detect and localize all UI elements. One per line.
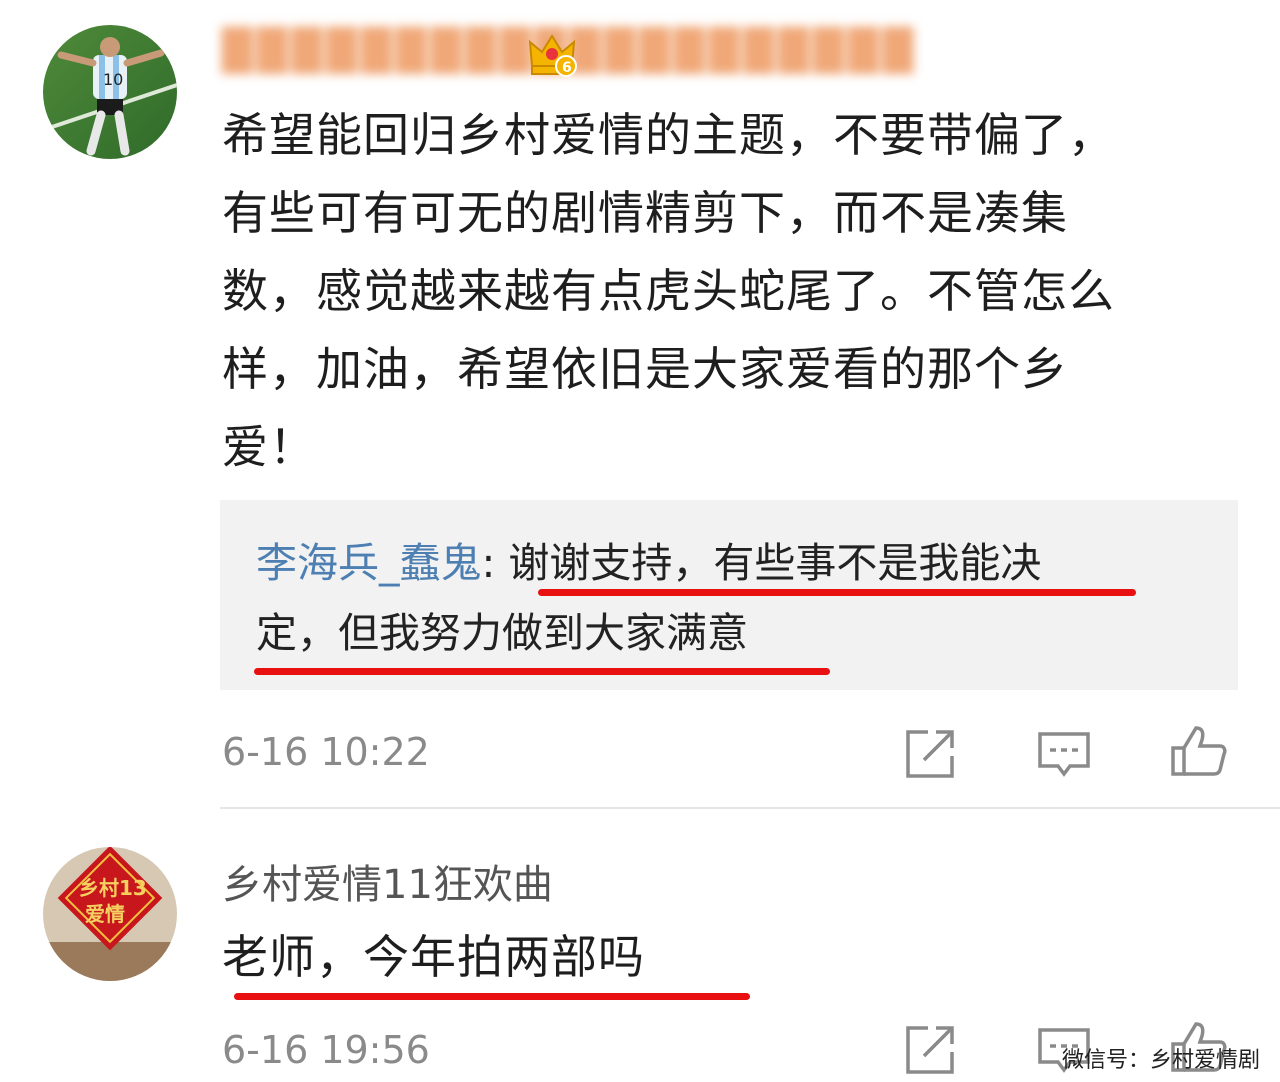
red-underline [538,589,1136,596]
reply-author-link[interactable]: 李海兵_蠢鬼 [256,539,482,587]
reply-text: 李海兵_蠢鬼: 谢谢支持，有些事不是我能决 定，但我努力做到大家满意 [256,528,1216,668]
like-icon[interactable] [1170,722,1227,778]
svg-text:爱情: 爱情 [85,902,125,926]
comment-item: 乡村13 爱情 乡村爱情11狂欢曲 老师，今年拍两部吗 6-16 19:56 [0,810,1280,1074]
comment-icon[interactable] [1036,726,1092,782]
share-icon[interactable] [902,726,958,782]
username[interactable]: 乡村爱情11狂欢曲 [222,852,553,910]
comment-line: 希望能回归乡村爱情的主题，不要带偏了， [222,108,1115,162]
comment-line: 样，加油，希望依旧是大家爱看的那个乡 [222,342,1068,396]
timestamp: 6-16 19:56 [222,1028,430,1072]
comment-item: 10 ████████████████████ 6 希望能回归乡村爱情的主题，不… [0,0,1280,800]
avatar[interactable]: 乡村13 爱情 [43,847,177,981]
reply-line: 定，但我努力做到大家满意 [256,609,748,657]
red-underline [254,668,830,675]
badge-level: 6 [562,60,572,76]
avatar[interactable]: 10 [43,25,177,159]
timestamp: 6-16 10:22 [222,730,430,774]
reply-line: 李海兵_蠢鬼: 谢谢支持，有些事不是我能决 [256,528,1216,598]
comment-line: 爱！ [222,420,316,474]
comment-text: 希望能回归乡村爱情的主题，不要带偏了， 有些可有可无的剧情精剪下，而不是凑集 数… [222,96,1252,486]
reply-content: 谢谢支持，有些事不是我能决 [508,539,1042,587]
share-icon[interactable] [902,1022,958,1078]
svg-text:10: 10 [103,70,123,89]
crown-badge-icon: 6 [526,28,577,77]
svg-text:乡村13: 乡村13 [79,876,147,900]
comment-text: 老师，今年拍两部吗 [222,930,645,984]
reply-separator: : [481,539,509,587]
watermark: 微信号：乡村爱情剧 [1061,1048,1260,1073]
comment-line: 有些可有可无的剧情精剪下，而不是凑集 [222,186,1068,240]
red-underline [234,993,750,1000]
divider [220,807,1280,809]
comment-line: 数，感觉越来越有点虎头蛇尾了。不管怎么 [222,264,1115,318]
